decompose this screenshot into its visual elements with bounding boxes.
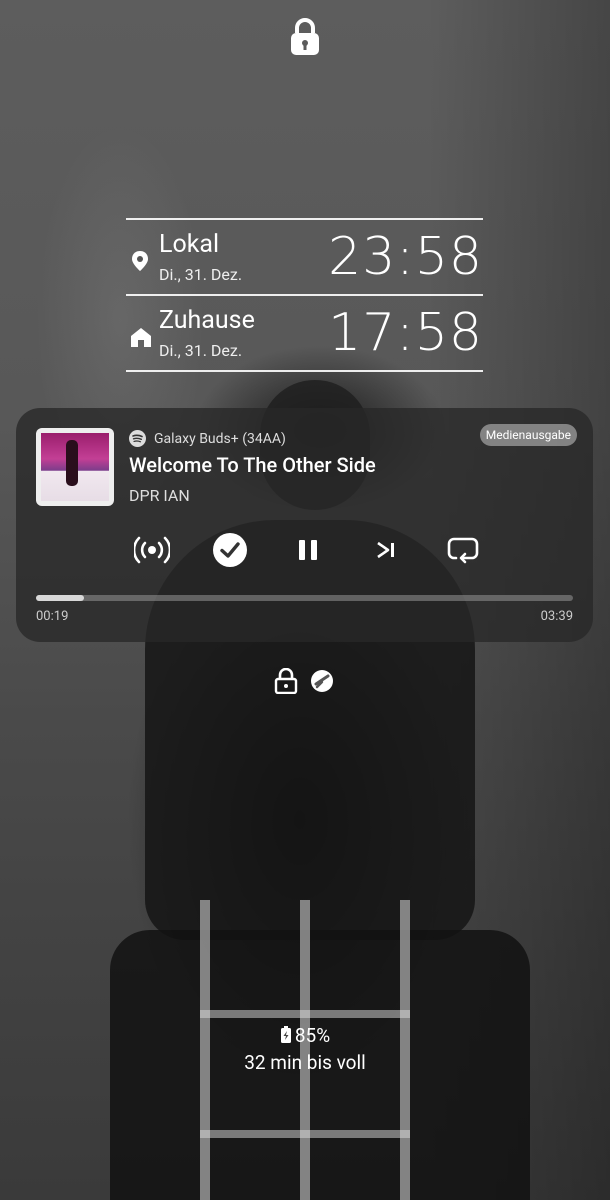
elapsed-time: 00:19 — [36, 609, 69, 624]
charging-time-text: 32 min bis voll — [244, 1051, 366, 1074]
no-disturb-icon[interactable] — [310, 669, 334, 697]
lock-icon[interactable] — [274, 667, 298, 698]
battery-percent: 85% — [294, 1024, 331, 1047]
album-art[interactable] — [36, 428, 114, 506]
clock-time-label: 23:58 — [328, 227, 483, 287]
home-icon — [130, 326, 151, 348]
clock-date-label: Di., 31. Dez. — [159, 265, 243, 284]
seek-bar-progress — [36, 595, 85, 601]
media-output-button[interactable]: Medienausgabe — [479, 424, 577, 446]
media-player-card[interactable]: Galaxy Buds+ (34AA) Medienausgabe Welcom… — [16, 408, 593, 642]
battery-charging-icon — [280, 1026, 292, 1049]
track-artist: DPR IAN — [129, 486, 190, 505]
media-device-label: Galaxy Buds+ (34AA) — [154, 430, 286, 447]
spotify-icon — [129, 430, 146, 447]
battery-status: 85% 32 min bis voll — [0, 1024, 610, 1074]
media-source: Galaxy Buds+ (34AA) — [129, 430, 286, 447]
track-title: Welcome To The Other Side — [129, 453, 376, 477]
clock-city-label: Zuhause — [159, 306, 255, 335]
seek-bar[interactable] — [36, 595, 573, 601]
media-controls — [16, 530, 593, 570]
lockscreen-status-icons — [274, 667, 338, 698]
location-pin-icon — [130, 250, 150, 272]
clock-time-label: 17:58 — [328, 303, 483, 363]
clock-city-label: Lokal — [159, 230, 220, 259]
broadcast-icon[interactable] — [132, 530, 172, 570]
padlock-locked-icon[interactable] — [288, 18, 322, 56]
checkmark-icon[interactable] — [210, 530, 250, 570]
skip-next-icon[interactable] — [366, 530, 406, 570]
dual-clock-widget: Lokal Di., 31. Dez. 23:58 Zuhause Di., 3… — [126, 218, 483, 372]
clock-date-label: Di., 31. Dez. — [159, 341, 243, 360]
clock-row-local[interactable]: Lokal Di., 31. Dez. 23:58 — [126, 218, 483, 294]
clock-row-home[interactable]: Zuhause Di., 31. Dez. 17:58 — [126, 294, 483, 372]
total-time: 03:39 — [540, 609, 573, 624]
pause-icon[interactable] — [288, 530, 328, 570]
repeat-icon[interactable] — [443, 530, 483, 570]
